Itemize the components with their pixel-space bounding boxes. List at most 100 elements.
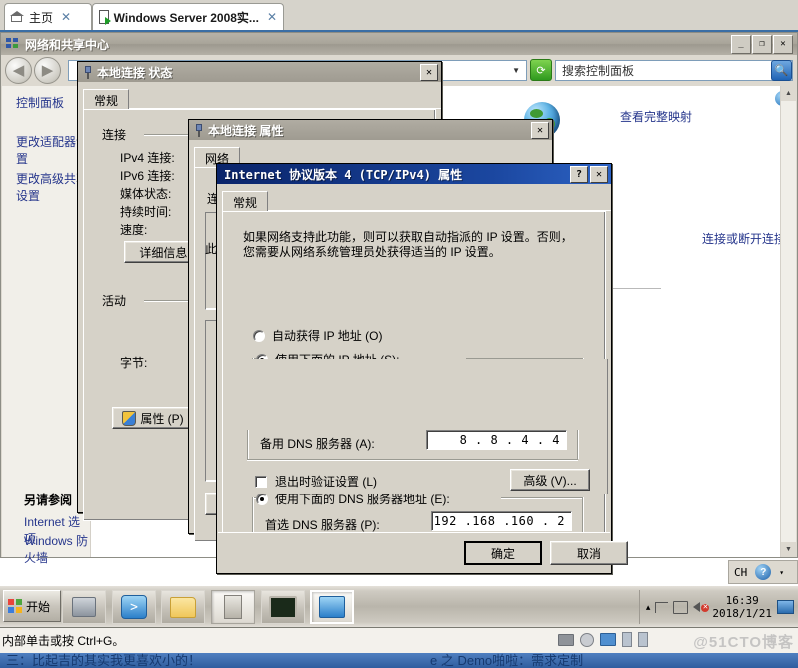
dns-group-border-right-2: [577, 430, 578, 459]
preferred-dns-input[interactable]: 192 .168 .160 . 2: [431, 511, 572, 531]
close-button[interactable]: ✕: [773, 34, 793, 54]
speed-label: 速度:: [120, 223, 148, 237]
checkbox-box[interactable]: [255, 475, 267, 488]
browser-tab-close-icon[interactable]: ✕: [267, 10, 277, 24]
browser-tab-home[interactable]: 主页 ✕: [4, 3, 92, 30]
tcpip-dialog-tabrow: 常规: [222, 190, 611, 214]
browser-tab-label: Windows Server 2008实...: [113, 10, 259, 25]
refresh-icon[interactable]: ⟳: [530, 59, 552, 81]
show-desktop-icon[interactable]: [777, 600, 794, 614]
search-input[interactable]: 搜索控制面板 🔍: [555, 59, 793, 81]
help-button[interactable]: ?: [570, 165, 588, 183]
system-tray: ▴ ✕ 16:39 2018/1/21: [638, 590, 794, 624]
network-icon: [6, 38, 20, 50]
see-also-title: 另请参阅: [24, 493, 73, 507]
advanced-button[interactable]: 高级 (V)...: [510, 469, 590, 491]
vertical-scrollbar[interactable]: ▲ ▼: [780, 86, 796, 557]
radio-auto-ip-circle[interactable]: [253, 329, 265, 342]
status-strip: 内部单击或按 Ctrl+G。 @51CTO博客: [0, 627, 798, 653]
ipv6-connection-label: IPv6 连接:: [120, 169, 175, 183]
tcpip-dialog-title-bar: Internet 协议版本 4 (TCP/IPv4) 属性 ? ✕: [217, 164, 611, 184]
taskbar-explorer[interactable]: [161, 590, 205, 624]
nsc-window-title: 网络和共享中心: [25, 37, 110, 52]
taskbar-task-manager[interactable]: [261, 590, 305, 624]
page-bottom-sliver: 三：比起吉的其实我更喜欢小的！ e 之 Demo啪啦：需求定制: [0, 653, 798, 668]
search-icon[interactable]: 🔍: [771, 59, 792, 81]
duration-label: 持续时间:: [120, 205, 172, 219]
browser-tab-winserver[interactable]: Windows Server 2008实... ✕: [92, 3, 284, 30]
disc-icon[interactable]: [580, 632, 594, 647]
network-icon[interactable]: [600, 633, 616, 646]
props-dialog-title: 本地连接 属性: [208, 123, 284, 138]
close-button[interactable]: ✕: [420, 63, 438, 81]
tcpip-dialog-title: Internet 协议版本 4 (TCP/IPv4) 属性: [224, 167, 463, 182]
preferred-dns-label: 首选 DNS 服务器 (P):: [265, 518, 380, 532]
usb-icon[interactable]: [622, 632, 632, 647]
scroll-up-button[interactable]: ▲: [781, 86, 796, 101]
see-also-windows-firewall[interactable]: Windows 防火墙: [24, 532, 90, 566]
help-icon[interactable]: ?: [755, 564, 772, 580]
radio-auto-ip-label: 自动获得 IP 地址 (O): [272, 329, 383, 343]
clock-time: 16:39: [725, 594, 759, 607]
alternate-dns-label: 备用 DNS 服务器 (A):: [260, 437, 375, 451]
group-activity-label: 活动: [102, 294, 127, 308]
tcpip-lower-panel: 备用 DNS 服务器 (A): 8 . 8 . 4 . 4 退出时验证设置 (L…: [222, 359, 608, 494]
usb-icon-2[interactable]: [638, 632, 648, 647]
browser-tab-close-icon[interactable]: ✕: [61, 10, 71, 24]
bytes-label: 字节:: [120, 356, 148, 370]
status-dialog-tabrow: 常规: [83, 88, 441, 112]
langbar-more-icon[interactable]: ▾: [774, 568, 789, 577]
maximize-button[interactable]: ❐: [752, 34, 772, 54]
network-plug-icon: [83, 65, 93, 79]
ime-indicator[interactable]: CH: [729, 566, 752, 579]
network-icon[interactable]: [673, 600, 689, 614]
flag-icon[interactable]: [655, 601, 669, 613]
radio-auto-ip[interactable]: 自动获得 IP 地址 (O): [253, 327, 382, 344]
task-manager-icon: [269, 595, 297, 619]
radio-manual-dns-circle[interactable]: [256, 492, 268, 505]
explorer-icon: [170, 596, 196, 618]
taskbar-clock[interactable]: 16:39 2018/1/21: [712, 594, 772, 620]
start-button[interactable]: 开始: [3, 590, 61, 622]
connect-disconnect-link[interactable]: 连接或断开连接: [702, 230, 786, 247]
drive-icon[interactable]: [558, 633, 574, 646]
taskbar-powershell[interactable]: >: [112, 590, 156, 624]
properties-button-label: 属性 (P): [140, 411, 184, 426]
browser-tab-strip: 主页 ✕ Windows Server 2008实... ✕: [0, 0, 798, 32]
alternate-dns-input[interactable]: 8 . 8 . 4 . 4: [426, 430, 567, 450]
taskbar-server-manager[interactable]: [62, 590, 106, 624]
back-button[interactable]: ◀: [5, 56, 32, 84]
taskbar-control-panel[interactable]: [310, 590, 354, 624]
home-icon: [10, 11, 24, 23]
validate-on-exit-checkbox[interactable]: 退出时验证设置 (L): [255, 473, 377, 490]
chevron-down-icon[interactable]: ▼: [512, 66, 520, 75]
description-line-1: 如果网络支持此功能，则可以获取自动指派的 IP 设置。否则，: [243, 230, 573, 244]
windows-logo-icon: [8, 599, 23, 613]
bottom-right-text: e 之 Demo啪啦：需求定制: [430, 653, 584, 668]
forward-button[interactable]: ▶: [34, 56, 61, 84]
tcpip-dialog-footer: 确定 取消: [218, 532, 628, 573]
close-button[interactable]: ✕: [531, 121, 549, 139]
properties-button[interactable]: 属性 (P): [112, 407, 194, 429]
language-bar: CH ? ▾: [728, 560, 798, 584]
bottom-left-text: 三：比起吉的其实我更喜欢小的！: [6, 653, 202, 668]
volume-muted-icon[interactable]: ✕: [693, 600, 710, 614]
view-full-map-link[interactable]: 查看完整映射: [620, 108, 692, 125]
status-strip-message: 内部单击或按 Ctrl+G。: [2, 634, 125, 648]
scroll-down-button[interactable]: ▼: [781, 542, 796, 557]
description-line-2: 您需要从网络系统管理员处获得适当的 IP 设置。: [243, 245, 501, 259]
document-icon: [99, 10, 111, 25]
server-manager-icon: [72, 597, 96, 617]
close-button[interactable]: ✕: [590, 165, 608, 183]
validate-on-exit-label: 退出时验证设置 (L): [275, 475, 378, 489]
ok-button[interactable]: 确定: [464, 541, 542, 565]
clock-date: 2018/1/21: [712, 607, 772, 620]
nsc-title-bar: 网络和共享中心 _ ❐ ✕: [1, 33, 797, 55]
taskbar: 开始 > ▴ ✕ 16:39 2018/1/21: [0, 585, 798, 627]
minimize-button[interactable]: _: [731, 34, 751, 54]
status-dialog-title-bar: 本地连接 状态 ✕: [78, 62, 441, 82]
tray-expand-icon[interactable]: ▴: [646, 602, 651, 613]
cancel-button[interactable]: 取消: [550, 541, 628, 565]
taskbar-tools[interactable]: [211, 590, 255, 624]
tcpip-properties-dialog: Internet 协议版本 4 (TCP/IPv4) 属性 ? ✕ 常规 如果网…: [216, 163, 628, 574]
